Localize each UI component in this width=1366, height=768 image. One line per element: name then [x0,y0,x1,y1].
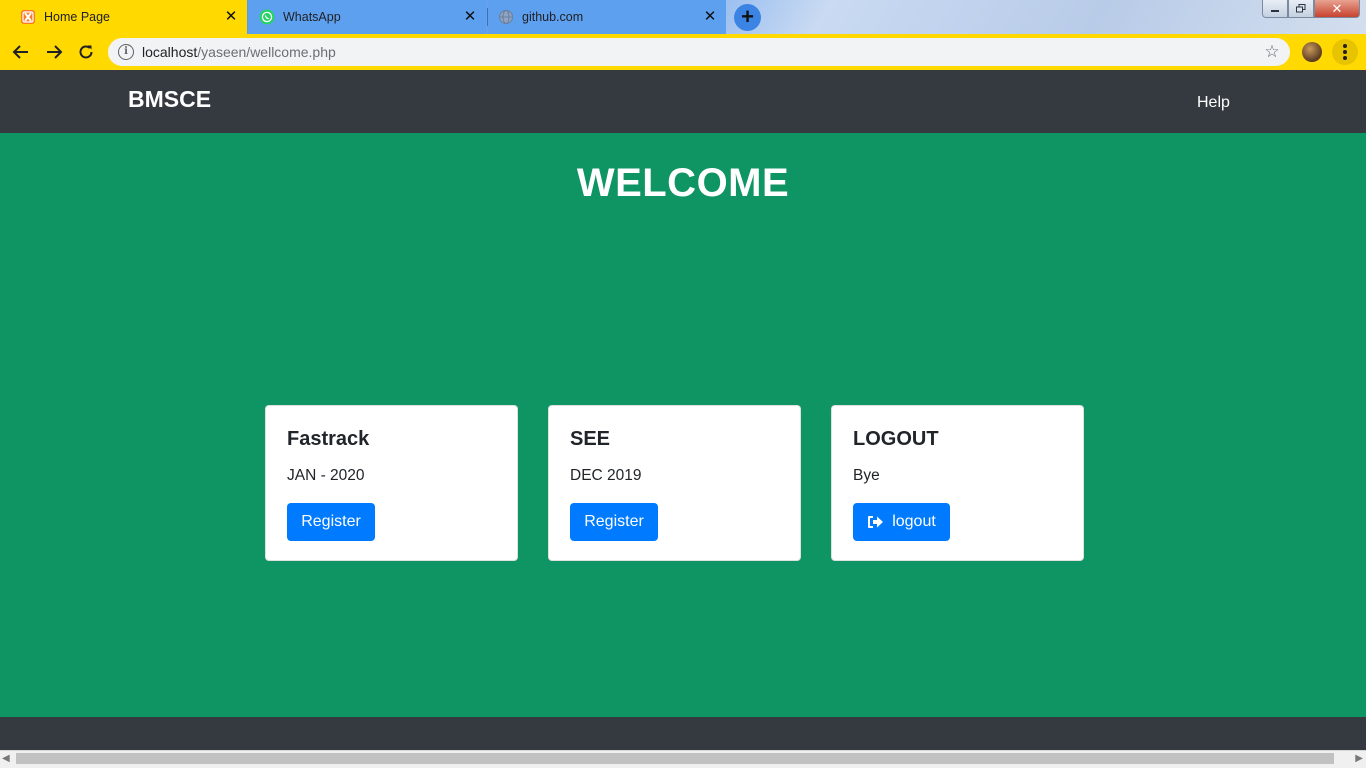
horizontal-scrollbar[interactable]: ◀ ▶ [0,750,1366,768]
url-text: localhost/yaseen/wellcome.php [142,44,336,60]
bookmark-star-icon[interactable]: ☆ [1260,42,1284,62]
address-bar[interactable]: i localhost/yaseen/wellcome.php ☆ [108,38,1290,66]
browser-toolbar: i localhost/yaseen/wellcome.php ☆ [0,34,1366,70]
card-text: Bye [853,467,880,484]
close-icon[interactable]: ✕ [702,9,718,25]
arrow-left-icon [12,45,28,59]
whatsapp-icon [259,9,275,25]
profile-avatar[interactable] [1302,42,1322,62]
new-tab-button[interactable]: + [734,4,761,31]
card-fastrack: Fastrack JAN - 2020 Register [265,405,518,561]
brand-logo[interactable]: BMSCE [128,86,211,113]
restore-button[interactable] [1288,0,1314,18]
card-text: DEC 2019 [570,467,642,484]
forward-button[interactable] [41,39,67,65]
sign-out-icon [867,515,884,529]
tab-title: Home Page [44,10,111,24]
card-title: LOGOUT [853,428,939,450]
tab-title: github.com [522,10,584,24]
window-close-button[interactable]: ✕ [1314,0,1360,18]
card-see: SEE DEC 2019 Register [548,405,801,561]
main-section: WELCOME Fastrack JAN - 2020 Register SEE… [0,133,1366,717]
scroll-right-icon[interactable]: ▶ [1355,753,1363,764]
back-button[interactable] [8,39,34,65]
arrow-right-icon [47,45,63,59]
card-text: JAN - 2020 [287,467,365,484]
card-title: SEE [570,428,611,450]
more-vert-icon [1343,44,1347,60]
scrollbar-thumb[interactable] [16,753,1334,764]
help-link[interactable]: Help [1197,94,1230,112]
browser-tab-strip: Home Page ✕ WhatsApp ✕ github.com ✕ + ✕ [0,0,1366,34]
reload-icon [79,45,93,59]
close-icon[interactable]: ✕ [223,9,239,25]
card-logout: LOGOUT Bye logout [831,405,1084,561]
logout-button[interactable]: logout [853,503,950,541]
reload-button[interactable] [73,39,99,65]
scroll-left-icon[interactable]: ◀ [2,753,10,764]
minimize-button[interactable] [1262,0,1288,18]
browser-menu-button[interactable] [1332,39,1358,65]
register-button[interactable]: Register [287,503,375,541]
tab-whatsapp[interactable]: WhatsApp ✕ [248,0,486,34]
tab-title: WhatsApp [283,10,341,24]
tab-home-page[interactable]: Home Page ✕ [0,0,247,34]
info-icon[interactable]: i [118,44,134,60]
site-navbar: BMSCE Help [0,70,1366,133]
card-title: Fastrack [287,428,370,450]
register-button[interactable]: Register [570,503,658,541]
globe-icon [498,9,514,25]
site-footer [0,717,1366,750]
xampp-icon [20,9,36,25]
tab-github[interactable]: github.com ✕ [488,0,726,34]
welcome-heading: WELCOME [576,161,790,205]
close-icon[interactable]: ✕ [462,9,478,25]
